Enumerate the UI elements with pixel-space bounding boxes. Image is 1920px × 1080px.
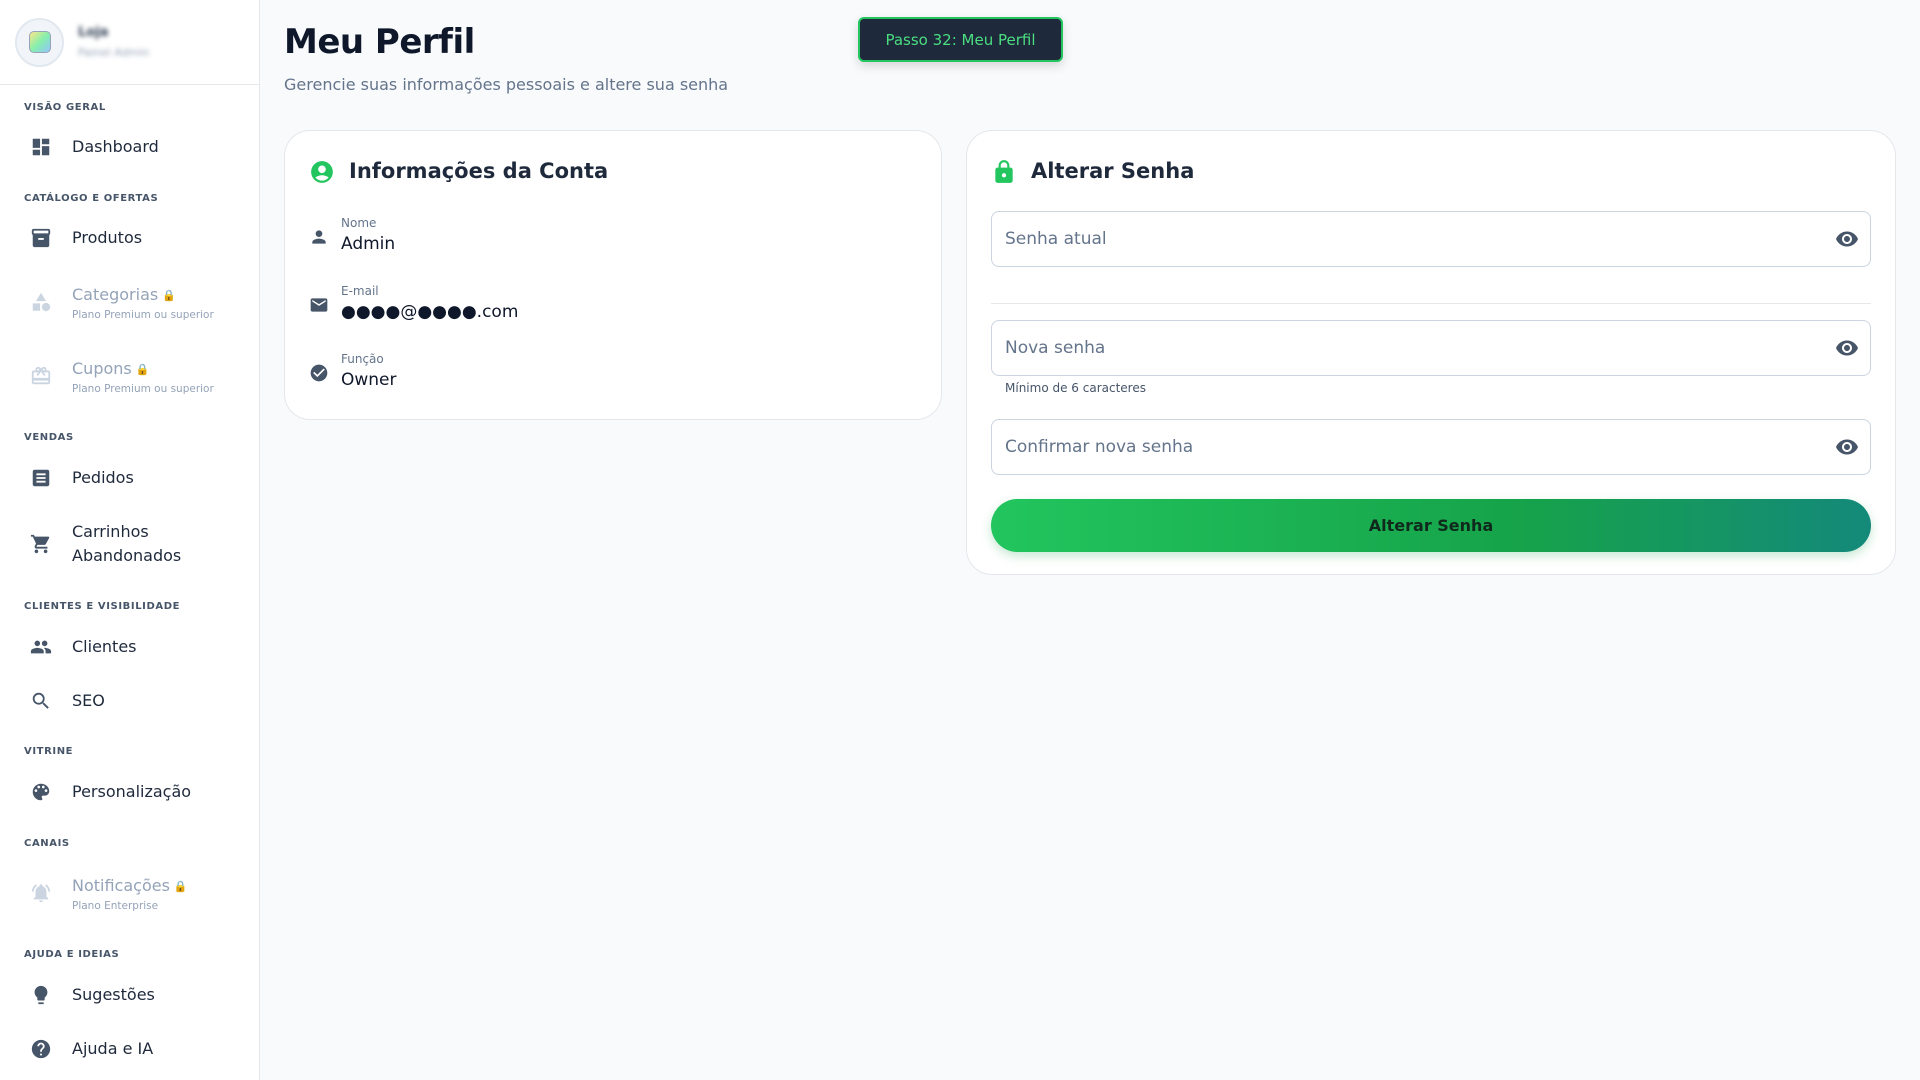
sidebar-item-products[interactable]: Produtos — [30, 226, 245, 250]
info-label: Nome — [341, 216, 377, 230]
new-password-hint: Mínimo de 6 caracteres — [1005, 381, 1146, 395]
section-showcase: VITRINE — [24, 746, 74, 757]
sidebar-item-suggestions[interactable]: Sugestões — [30, 983, 245, 1007]
info-row-name: Nome Admin — [309, 216, 395, 254]
sidebar: Loja Painel Admin VISÃO GERAL Dashboard … — [0, 0, 260, 1080]
info-value: Admin — [341, 234, 396, 254]
page-title: Meu Perfil — [284, 22, 475, 62]
section-sales: VENDAS — [24, 432, 74, 443]
person-icon — [309, 227, 329, 247]
eye-icon[interactable] — [1834, 335, 1860, 361]
gift-card-icon — [30, 365, 52, 387]
step-badge: Passo 32: Meu Perfil — [858, 17, 1063, 62]
check-circle-icon — [309, 363, 329, 383]
help-circle-icon — [30, 1038, 52, 1060]
sidebar-item-help-ai[interactable]: Ajuda e IA — [30, 1037, 245, 1061]
lock-icon: 🔒 — [173, 880, 188, 893]
sidebar-item-abandoned-carts[interactable]: Carrinhos Abandonados — [30, 520, 245, 568]
info-row-role: Função Owner — [309, 352, 397, 390]
sidebar-item-dashboard[interactable]: Dashboard — [30, 135, 245, 159]
store-avatar — [15, 17, 64, 67]
account-card-title: Informações da Conta — [349, 159, 609, 183]
current-password-input[interactable] — [992, 212, 1834, 266]
info-label: Função — [341, 352, 384, 366]
info-label: E-mail — [341, 284, 379, 298]
eye-icon[interactable] — [1834, 226, 1860, 252]
section-channels: CANAIS — [24, 838, 70, 849]
dashboard-icon — [30, 136, 52, 158]
section-overview: VISÃO GERAL — [24, 102, 106, 113]
sidebar-item-customization[interactable]: Personalização — [30, 780, 245, 804]
change-password-card: Alterar Senha Mínimo de 6 caracteres Alt… — [966, 130, 1896, 575]
people-icon — [30, 636, 52, 658]
section-catalog: CATÁLOGO E OFERTAS — [24, 193, 159, 204]
new-password-input[interactable] — [992, 321, 1834, 375]
confirm-password-field — [991, 419, 1871, 475]
confirm-password-input[interactable] — [992, 420, 1834, 474]
password-card-title: Alterar Senha — [1031, 159, 1195, 183]
sidebar-item-categories[interactable]: Categorias 🔒 Plano Premium ou superior — [30, 283, 245, 321]
store-name: Loja — [78, 25, 109, 40]
bell-ring-icon — [30, 882, 52, 904]
sidebar-item-coupons[interactable]: Cupons 🔒 Plano Premium ou superior — [30, 357, 245, 395]
page-subtitle: Gerencie suas informações pessoais e alt… — [284, 75, 729, 94]
change-password-button[interactable]: Alterar Senha — [991, 499, 1871, 552]
sidebar-item-notifications[interactable]: Notificações 🔒 Plano Enterprise — [30, 874, 245, 912]
section-help: AJUDA E IDEIAS — [24, 949, 120, 960]
lock-icon — [991, 159, 1017, 185]
sidebar-item-orders[interactable]: Pedidos — [30, 466, 245, 490]
lock-icon: 🔒 — [162, 289, 176, 302]
mail-icon — [309, 295, 329, 315]
search-icon — [30, 690, 52, 712]
info-value: Owner — [341, 370, 397, 390]
new-password-field — [991, 320, 1871, 376]
divider — [991, 303, 1871, 304]
current-password-field — [991, 211, 1871, 267]
store-profile[interactable]: Loja Painel Admin — [0, 0, 259, 85]
lightbulb-icon — [30, 984, 52, 1006]
sidebar-item-seo[interactable]: SEO — [30, 689, 245, 713]
info-value: ●●●●@●●●●.com — [341, 302, 519, 322]
list-alt-icon — [30, 467, 52, 489]
store-subtitle: Painel Admin — [78, 46, 150, 59]
archive-icon — [30, 227, 52, 249]
sidebar-item-customers[interactable]: Clientes — [30, 635, 245, 659]
info-row-email: E-mail ●●●●@●●●●.com — [309, 284, 518, 322]
palette-icon — [30, 781, 52, 803]
cart-icon — [30, 533, 52, 555]
section-clients: CLIENTES E VISIBILIDADE — [24, 601, 181, 612]
lock-icon: 🔒 — [135, 363, 150, 376]
account-circle-icon — [309, 159, 335, 185]
eye-icon[interactable] — [1834, 434, 1860, 460]
category-icon — [30, 291, 52, 313]
account-info-card: Informações da Conta Nome Admin E-mail ●… — [284, 130, 942, 420]
